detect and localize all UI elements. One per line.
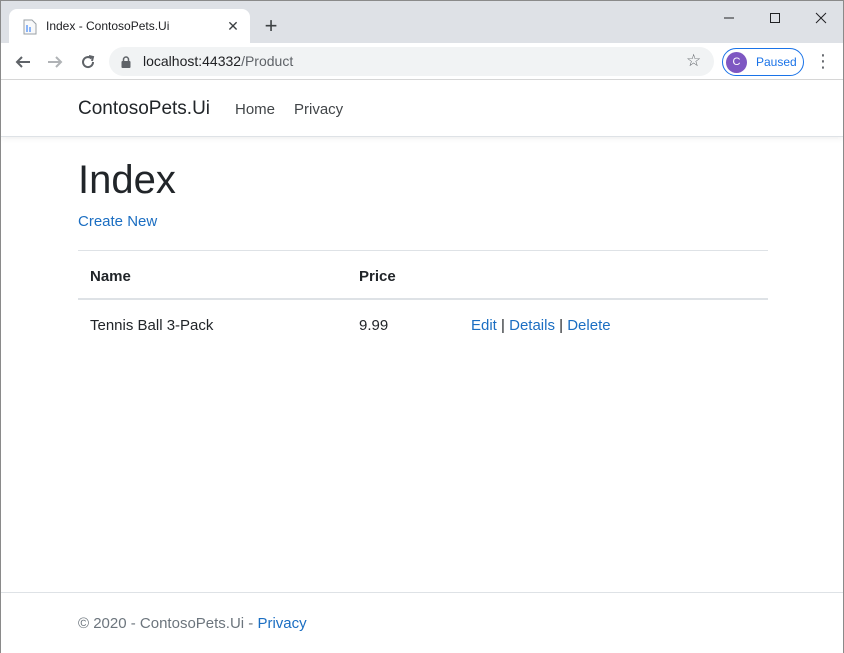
browser-window: Index - ContosoPets.Ui ✕ + localhost:443… [0, 0, 844, 653]
tab-strip: Index - ContosoPets.Ui ✕ + [1, 1, 843, 43]
back-arrow-icon[interactable] [11, 49, 35, 73]
column-header-price: Price [359, 268, 396, 285]
table-row: Tennis Ball 3-Pack 9.99 Edit | Details |… [78, 300, 768, 350]
footer-text: © 2020 - ContosoPets.Ui - [78, 615, 258, 632]
edit-link[interactable]: Edit [471, 317, 497, 334]
close-tab-icon[interactable]: ✕ [225, 18, 241, 34]
products-table: Name Price Tennis Ball 3-Pack 9.99 Edit … [78, 250, 768, 350]
footer-privacy-link[interactable]: Privacy [257, 615, 306, 632]
action-separator: | [559, 317, 564, 334]
nav-privacy-link[interactable]: Privacy [294, 101, 343, 118]
url-text: localhost:44332/Product [143, 53, 293, 69]
more-menu-icon[interactable]: ⋮ [813, 49, 833, 73]
page-icon [23, 19, 37, 35]
delete-link[interactable]: Delete [567, 317, 610, 334]
page-viewport: ContosoPets.Ui Home Privacy Index Create… [1, 81, 843, 653]
nav-home-link[interactable]: Home [235, 101, 275, 118]
page-title: Index [78, 158, 176, 202]
row-actions: Edit | Details | Delete [471, 317, 611, 334]
bookmark-star-icon[interactable]: ☆ [686, 51, 701, 71]
minimize-window-icon[interactable] [706, 3, 752, 31]
details-link[interactable]: Details [509, 317, 555, 334]
profile-button[interactable]: C Paused [722, 48, 804, 76]
footer-copyright: © 2020 - ContosoPets.Ui - Privacy [78, 615, 307, 632]
product-name-cell: Tennis Ball 3-Pack [90, 317, 214, 334]
profile-status: Paused [756, 55, 797, 69]
new-tab-icon[interactable]: + [260, 15, 282, 37]
site-footer: © 2020 - ContosoPets.Ui - Privacy [1, 592, 843, 653]
table-header: Name Price [78, 250, 768, 300]
site-navbar: ContosoPets.Ui Home Privacy [1, 81, 843, 137]
url-host: localhost:44332 [143, 53, 242, 69]
column-header-name: Name [90, 268, 131, 285]
create-new-link[interactable]: Create New [78, 213, 157, 230]
product-price-cell: 9.99 [359, 317, 389, 334]
browser-toolbar: localhost:44332/Product ☆ C Paused ⋮ [1, 43, 843, 80]
tab-title: Index - ContosoPets.Ui [46, 19, 170, 33]
address-bar[interactable]: localhost:44332/Product ☆ [109, 47, 714, 76]
close-window-icon[interactable] [798, 3, 844, 31]
action-separator: | [501, 317, 505, 334]
maximize-window-icon[interactable] [752, 3, 798, 31]
avatar: C [726, 52, 747, 73]
site-brand-link[interactable]: ContosoPets.Ui [78, 98, 210, 120]
lock-icon [121, 55, 131, 68]
forward-arrow-icon[interactable] [43, 49, 67, 73]
browser-tab[interactable]: Index - ContosoPets.Ui ✕ [9, 9, 250, 43]
reload-icon[interactable] [76, 49, 100, 73]
url-path: /Product [241, 53, 294, 69]
